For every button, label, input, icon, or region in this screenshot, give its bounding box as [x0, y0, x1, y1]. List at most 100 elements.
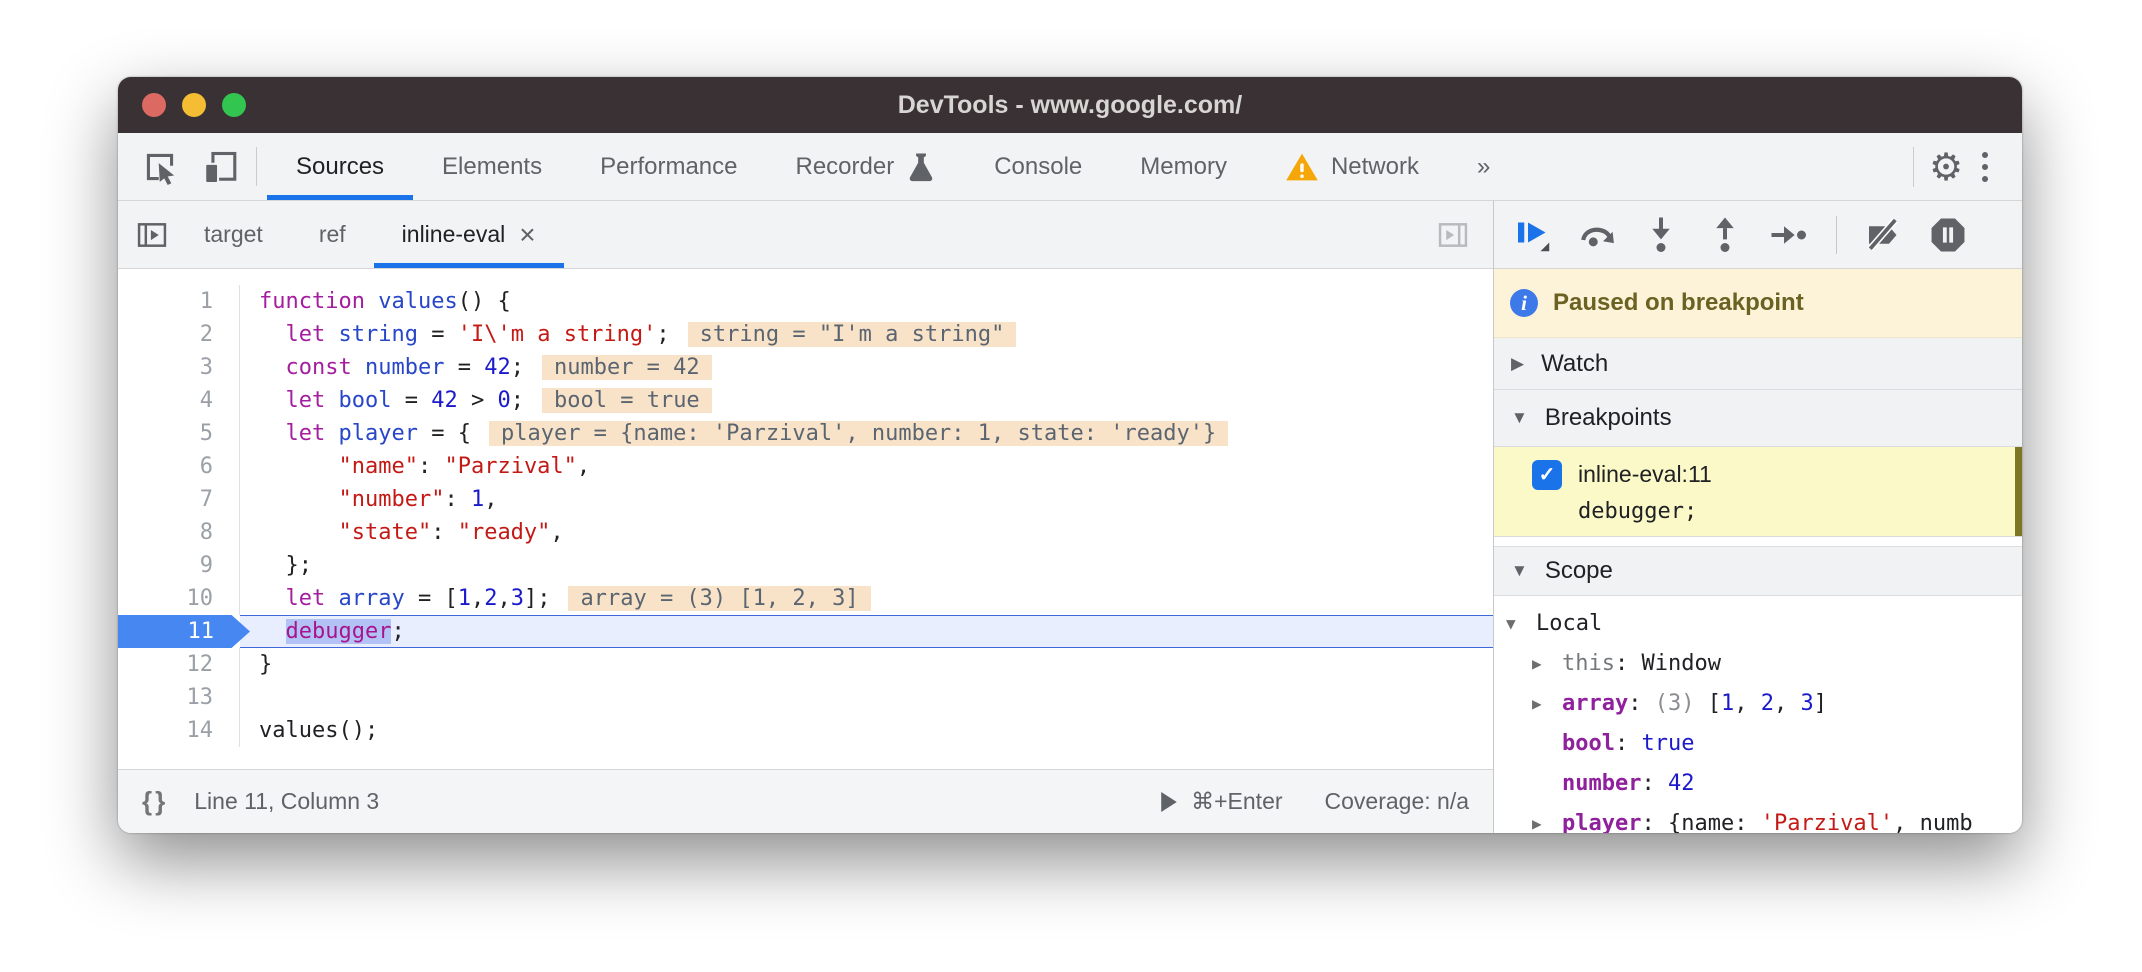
step-into-icon[interactable]: [1640, 213, 1682, 257]
scope-var-this[interactable]: ▶this: Window: [1494, 644, 2022, 684]
chevron-down-icon[interactable]: ▼: [1511, 561, 1528, 581]
toolbar-separator: [1913, 147, 1914, 187]
code-text: };: [240, 549, 1493, 582]
paused-banner: i Paused on breakpoint: [1494, 269, 2022, 338]
show-debugger-panel-icon[interactable]: [1433, 213, 1473, 257]
line-number[interactable]: 12: [118, 648, 240, 681]
line-number[interactable]: 3: [118, 351, 240, 384]
code-line: 14values();: [118, 714, 1493, 747]
minimize-window-button[interactable]: [182, 93, 206, 117]
chevron-down-icon[interactable]: ▼: [1511, 408, 1528, 428]
step-over-icon[interactable]: [1576, 213, 1618, 257]
breakpoints-section-header[interactable]: ▼ Breakpoints: [1494, 390, 2022, 447]
breakpoint-code: debugger;: [1578, 493, 2022, 529]
pause-on-exceptions-icon[interactable]: [1927, 213, 1969, 257]
code-text: }: [240, 648, 1493, 681]
line-number[interactable]: 6: [118, 450, 240, 483]
code-line: 7 "number": 1,: [118, 483, 1493, 516]
tab-elements[interactable]: Elements: [413, 133, 571, 200]
code-text: let string = 'I\'m a string';string = "I…: [240, 318, 1493, 351]
line-number[interactable]: 14: [118, 714, 240, 747]
code-line: 3 const number = 42;number = 42: [118, 351, 1493, 384]
pretty-print-icon[interactable]: {}: [142, 786, 168, 817]
tab-label: Recorder: [795, 153, 894, 181]
deactivate-breakpoints-icon[interactable]: [1863, 213, 1905, 257]
close-window-button[interactable]: [142, 93, 166, 117]
tab-label: Memory: [1140, 153, 1227, 181]
close-icon[interactable]: ×: [519, 221, 535, 249]
tab-network[interactable]: Network: [1256, 133, 1448, 200]
file-tab-label: inline-eval: [402, 221, 506, 248]
inline-eval-widget: string = "I'm a string": [688, 322, 1017, 347]
device-toolbar-icon[interactable]: [200, 145, 240, 189]
code-text: const number = 42;number = 42: [240, 351, 1493, 384]
main-toolbar: Sources Elements Performance Recorder Consol…: [118, 133, 2022, 201]
file-tab-inline-eval[interactable]: inline-eval ×: [374, 201, 564, 268]
line-number[interactable]: 2: [118, 318, 240, 351]
scope-label: Scope: [1545, 557, 1613, 585]
breakpoint-checkbox[interactable]: ✓: [1532, 460, 1562, 490]
file-tab-target[interactable]: target: [176, 201, 291, 268]
line-number[interactable]: 5: [118, 417, 240, 450]
chevron-down-icon[interactable]: ▼: [1506, 604, 1536, 644]
tab-label: Performance: [600, 153, 737, 181]
section-gap: [1494, 537, 2022, 546]
chevron-right-icon[interactable]: ▶: [1532, 684, 1562, 724]
scope-group-local[interactable]: ▼Local: [1494, 604, 2022, 644]
tab-memory[interactable]: Memory: [1111, 133, 1256, 200]
scope-var-array[interactable]: ▶array: (3) [1, 2, 3]: [1494, 684, 2022, 724]
panel-tabs: Sources Elements Performance Recorder Consol…: [267, 133, 1519, 200]
scope-var-number[interactable]: number: 42: [1494, 764, 2022, 804]
scope-var-bool[interactable]: bool: true: [1494, 724, 2022, 764]
watch-section-header[interactable]: ▶ Watch: [1494, 338, 2022, 390]
file-tab-label: ref: [319, 221, 346, 248]
tab-label: Sources: [296, 153, 384, 181]
line-number[interactable]: 1: [118, 285, 240, 318]
code-text: let player = {player = {name: 'Parzival'…: [240, 417, 1493, 450]
code-line: 9 };: [118, 549, 1493, 582]
file-tab-ref[interactable]: ref: [291, 201, 374, 268]
show-navigator-icon[interactable]: [132, 213, 172, 257]
breakpoint-entry[interactable]: ✓ inline-eval:11 debugger;: [1494, 447, 2022, 537]
scope-var-player[interactable]: ▶player: {name: 'Parzival', numb: [1494, 804, 2022, 833]
tab-console[interactable]: Console: [965, 133, 1111, 200]
code-line: 13: [118, 681, 1493, 714]
code-editor[interactable]: 1function values() {2 let string = 'I\'m…: [118, 269, 1493, 769]
chevron-right-icon[interactable]: ▶: [1532, 644, 1562, 684]
line-number[interactable]: 13: [118, 681, 240, 714]
scope-section-header[interactable]: ▼ Scope: [1494, 546, 2022, 596]
code-text: debugger;: [240, 615, 1493, 648]
inspect-icon[interactable]: [140, 145, 180, 189]
tab-performance[interactable]: Performance: [571, 133, 766, 200]
content-area: target ref inline-eval × 1function values()…: [118, 201, 2022, 833]
zoom-window-button[interactable]: [222, 93, 246, 117]
code-line: 8 "state": "ready",: [118, 516, 1493, 549]
tab-label: Elements: [442, 153, 542, 181]
line-number[interactable]: 10: [118, 582, 240, 615]
gear-icon[interactable]: ⚙: [1926, 145, 1966, 189]
chevron-right-icon[interactable]: ▶: [1511, 354, 1524, 374]
tab-sources[interactable]: Sources: [267, 133, 413, 200]
line-number[interactable]: 9: [118, 549, 240, 582]
resume-icon[interactable]: [1512, 213, 1554, 257]
line-number[interactable]: 8: [118, 516, 240, 549]
toolbar-separator: [256, 147, 257, 186]
file-tab-bar: target ref inline-eval ×: [118, 201, 1493, 269]
chevron-right-icon[interactable]: ▶: [1532, 804, 1562, 833]
tab-recorder[interactable]: Recorder: [766, 133, 965, 200]
tab-label: »: [1477, 153, 1490, 181]
line-number[interactable]: 7: [118, 483, 240, 516]
breakpoints-label: Breakpoints: [1545, 404, 1672, 432]
tab-more-tabs[interactable]: »: [1448, 133, 1519, 200]
line-number[interactable]: 4: [118, 384, 240, 417]
code-text: [240, 681, 1493, 714]
code-text: let bool = 42 > 0;bool = true: [240, 384, 1493, 417]
step-icon[interactable]: [1768, 213, 1810, 257]
code-line: 1function values() {: [118, 285, 1493, 318]
sources-editor-pane: target ref inline-eval × 1function values()…: [118, 201, 1493, 833]
kebab-menu-icon[interactable]: [1966, 152, 2004, 182]
inline-eval-widget: number = 42: [542, 355, 712, 380]
step-out-icon[interactable]: [1704, 213, 1746, 257]
execution-line-badge[interactable]: 11: [118, 615, 250, 648]
code-line: 6 "name": "Parzival",: [118, 450, 1493, 483]
